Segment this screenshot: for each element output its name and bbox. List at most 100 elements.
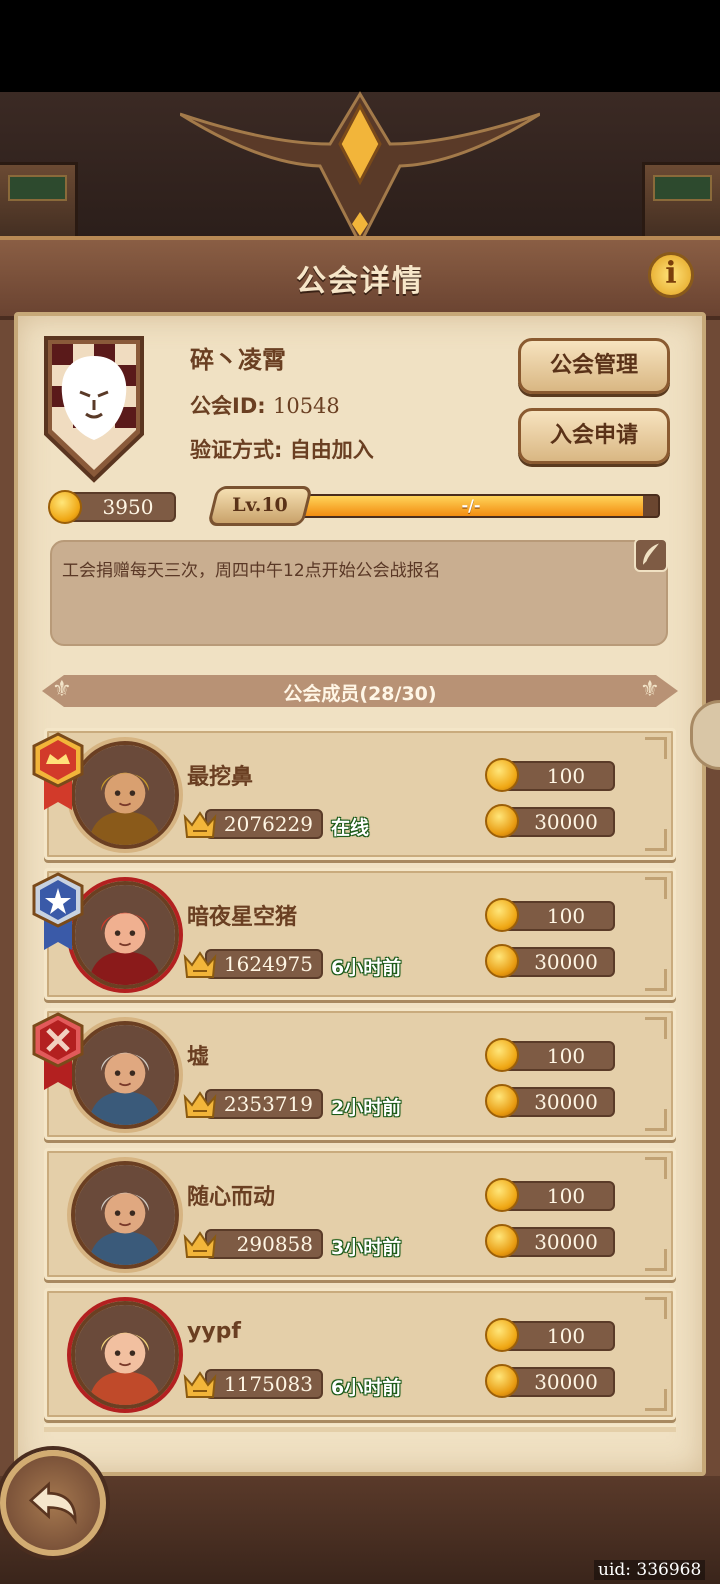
- corner-ornament: [645, 1109, 667, 1131]
- gold-coin-icon: [485, 898, 519, 932]
- guild-coins: 3950: [48, 490, 178, 524]
- gold-coin-icon: [485, 758, 519, 792]
- member-contribution: 30000: [485, 944, 615, 978]
- member-name: 墟: [187, 1045, 210, 1070]
- corner-ornament: [645, 1389, 667, 1411]
- corner-ornament: [645, 1157, 667, 1179]
- page-title: 公会详情: [296, 264, 424, 299]
- user-id-label: uid: 336968: [594, 1560, 706, 1580]
- member-contribution-value: 30000: [503, 1367, 615, 1397]
- member-avatar[interactable]: [71, 1301, 179, 1409]
- guild-verify-mode: 验证方式: 自由加入: [190, 438, 374, 462]
- member-power: 1175083: [183, 1367, 323, 1399]
- level-badge-text: Lv.10: [232, 494, 288, 516]
- member-coin-donation: 100: [485, 1318, 615, 1352]
- member-coin-value: 100: [503, 1041, 615, 1071]
- member-row[interactable]: 最挖鼻 2076229 在线 100 30000: [44, 728, 676, 860]
- member-coin-donation: 100: [485, 758, 615, 792]
- combat-power-icon: [183, 951, 217, 978]
- vice-star-medal-icon: [32, 872, 84, 950]
- elder-swords-medal-icon: [32, 1012, 84, 1090]
- member-power: 2353719: [183, 1087, 323, 1119]
- combat-power-icon: [183, 811, 217, 838]
- edit-notice-quill-icon[interactable]: [634, 538, 668, 572]
- member-power-value: 2076229: [205, 809, 323, 839]
- contribution-coin-icon: [485, 804, 519, 838]
- guild-name: 碎丶凌霄: [190, 346, 286, 374]
- member-power-value: 1624975: [205, 949, 323, 979]
- contribution-coin-icon: [485, 1364, 519, 1398]
- level-progress-track: -/-: [282, 494, 660, 518]
- member-last-online: 在线: [331, 817, 370, 839]
- member-avatar[interactable]: [71, 881, 179, 989]
- member-row[interactable]: 随心而动 290858 3小时前 100 30000: [44, 1148, 676, 1280]
- guild-emblem-lion-icon: [44, 336, 144, 483]
- member-row[interactable]: yypf 1175083 6小时前 100 30000: [44, 1288, 676, 1420]
- member-contribution: 30000: [485, 1084, 615, 1118]
- member-coin-donation: 100: [485, 1178, 615, 1212]
- member-coin-value: 100: [503, 901, 615, 931]
- corner-ornament: [645, 737, 667, 759]
- member-row-partial: [44, 1424, 676, 1432]
- guild-id-value: 10548: [272, 394, 340, 418]
- member-last-online: 6小时前: [331, 1377, 402, 1399]
- info-button[interactable]: i: [648, 252, 694, 298]
- member-contribution: 30000: [485, 1224, 615, 1258]
- corner-ornament: [645, 877, 667, 899]
- member-coin-value: 100: [503, 761, 615, 791]
- guild-manage-button[interactable]: 公会管理: [518, 338, 670, 394]
- combat-power-icon: [183, 1371, 217, 1398]
- member-power-value: 290858: [205, 1229, 323, 1259]
- header-crest-ornament: [180, 91, 540, 244]
- members-section-title: 公会成员(28/30): [283, 683, 437, 705]
- member-name: 最挖鼻: [187, 765, 254, 790]
- guild-id: 公会ID: 10548: [190, 390, 340, 420]
- combat-power-icon: [183, 1231, 217, 1258]
- member-contribution-value: 30000: [503, 807, 615, 837]
- leader-crown-medal-icon: [32, 732, 84, 810]
- member-power-value: 1175083: [205, 1369, 323, 1399]
- member-avatar[interactable]: [71, 1161, 179, 1269]
- member-coin-donation: 100: [485, 1038, 615, 1072]
- member-last-online: 3小时前: [331, 1237, 402, 1259]
- fleur-right-icon: ⚜: [640, 677, 660, 702]
- contribution-coin-icon: [485, 1084, 519, 1118]
- member-row[interactable]: 墟 2353719 2小时前 100 30000: [44, 1008, 676, 1140]
- guild-notice-text: 工会捐赠每天三次，周四中午12点开始公会战报名: [62, 561, 441, 581]
- corner-ornament: [645, 969, 667, 991]
- member-contribution-value: 30000: [503, 947, 615, 977]
- member-last-online: 2小时前: [331, 1097, 402, 1119]
- combat-power-icon: [183, 1091, 217, 1118]
- member-power: 2076229: [183, 807, 323, 839]
- gold-coin-icon: [485, 1178, 519, 1212]
- member-coin-donation: 100: [485, 898, 615, 932]
- join-requests-button[interactable]: 入会申请: [518, 408, 670, 464]
- status-bar-area: [0, 0, 720, 92]
- fleur-left-icon: ⚜: [52, 677, 72, 702]
- guild-id-label: 公会ID:: [190, 394, 273, 418]
- member-row[interactable]: 暗夜星空猪 1624975 6小时前 100 30000: [44, 868, 676, 1000]
- gold-coin-icon: [485, 1038, 519, 1072]
- member-name: 暗夜星空猪: [187, 905, 298, 930]
- member-last-online: 6小时前: [331, 957, 402, 979]
- member-avatar[interactable]: [71, 1021, 179, 1129]
- back-button[interactable]: [0, 1450, 106, 1556]
- member-contribution: 30000: [485, 1364, 615, 1398]
- member-avatar[interactable]: [71, 741, 179, 849]
- member-power: 290858: [183, 1227, 323, 1259]
- member-contribution-value: 30000: [503, 1087, 615, 1117]
- member-contribution: 30000: [485, 804, 615, 838]
- gold-coin-icon: [48, 490, 82, 524]
- guild-coins-value: 3950: [68, 492, 176, 522]
- member-power: 1624975: [183, 947, 323, 979]
- corner-ornament: [645, 829, 667, 851]
- guild-level-bar: -/- Lv.10: [207, 486, 668, 526]
- corner-ornament: [645, 1017, 667, 1039]
- member-coin-value: 100: [503, 1321, 615, 1351]
- corner-ornament: [645, 1297, 667, 1319]
- member-power-value: 2353719: [205, 1089, 323, 1119]
- contribution-coin-icon: [485, 944, 519, 978]
- gold-coin-icon: [485, 1318, 519, 1352]
- contribution-coin-icon: [485, 1224, 519, 1258]
- level-progress-text: -/-: [461, 496, 481, 515]
